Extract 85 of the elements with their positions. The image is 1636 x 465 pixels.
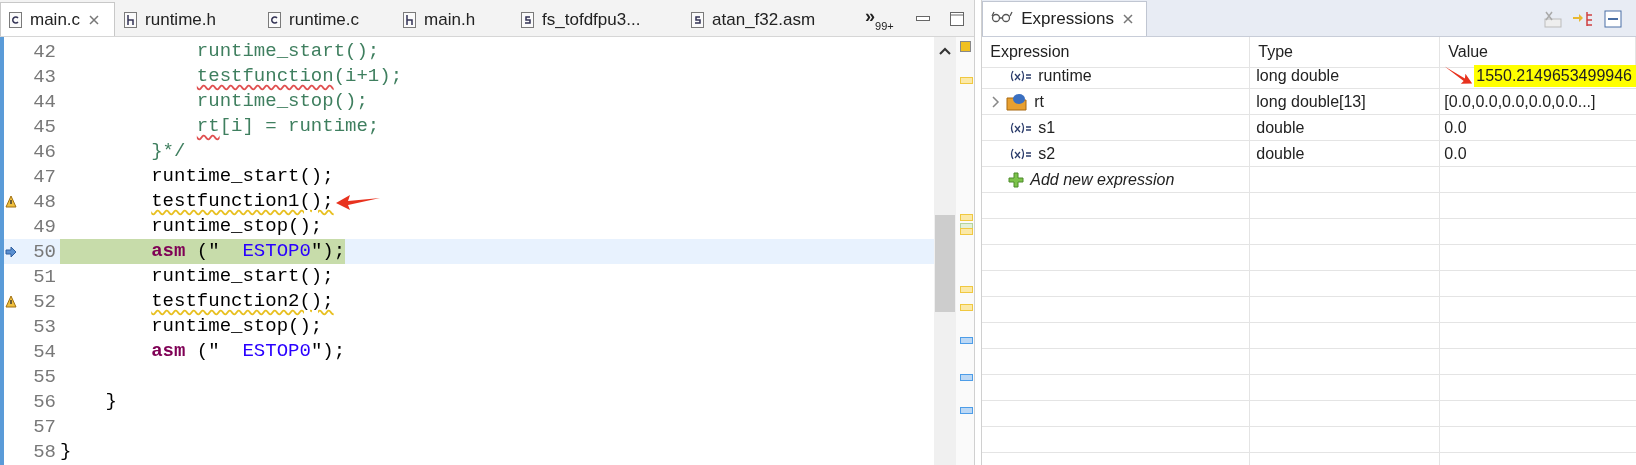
close-icon[interactable] — [1121, 13, 1134, 25]
ruler-marker[interactable] — [960, 228, 974, 235]
ruler-marker[interactable] — [960, 77, 974, 84]
ruler-marker[interactable] — [960, 337, 974, 344]
type-cell: double — [1250, 141, 1441, 167]
new-expression-icon[interactable] — [1542, 10, 1562, 28]
line-number: 57 — [32, 415, 57, 438]
value-cell: 1550.2149653499946 — [1474, 64, 1636, 87]
code-line: } — [60, 439, 72, 464]
line-number: 53 — [32, 315, 57, 338]
scroll-up-icon[interactable] — [939, 47, 952, 55]
add-expression-cell[interactable]: Add new expression — [982, 167, 1251, 193]
minimize-icon — [916, 16, 931, 22]
editor-tab[interactable]: runtime.c — [259, 2, 395, 36]
value-cell-text: 0.0 — [1443, 143, 1468, 164]
type-cell: double — [1250, 115, 1441, 141]
code-line: testfunction(i+1); — [195, 64, 403, 89]
expression-cell: s1 — [982, 115, 1251, 141]
editor-tab[interactable]: runtime.h — [115, 2, 260, 36]
code-line: runtime_start(); — [150, 264, 334, 289]
collapse-all-icon[interactable] — [1604, 10, 1622, 28]
c-file-icon — [9, 11, 22, 28]
code-line: rt[i] = runtime; — [195, 114, 380, 139]
code-line: runtime_start(); — [150, 164, 334, 189]
maximize-icon — [950, 12, 965, 26]
editor-tab[interactable]: main.h — [394, 2, 513, 36]
c-file-icon — [268, 11, 282, 28]
type-cell: long double[13] — [1250, 89, 1441, 115]
type-cell: long double — [1250, 63, 1441, 89]
arrow-tree-icon[interactable] — [1572, 10, 1594, 28]
code-line: } — [104, 389, 117, 414]
code-line: runtime_stop(); — [150, 314, 323, 339]
line-number: 58 — [32, 440, 57, 463]
code-line: runtime_start(); — [195, 39, 380, 64]
expressions-tab[interactable]: Expressions — [982, 1, 1147, 36]
variable-icon — [1010, 69, 1033, 82]
line-number: 42 — [32, 40, 57, 63]
line-number: 52 — [32, 290, 57, 313]
ruler-marker[interactable] — [960, 41, 972, 52]
asm-file-icon — [691, 11, 705, 28]
header-file-icon — [403, 11, 417, 28]
ruler-marker[interactable] — [960, 286, 974, 293]
close-icon[interactable] — [88, 13, 101, 26]
folder-icon — [1006, 92, 1029, 111]
expression-cell: runtime — [982, 63, 1251, 89]
scrollbar[interactable] — [934, 37, 957, 465]
expand-icon[interactable] — [990, 95, 1001, 108]
line-number: 51 — [32, 265, 57, 288]
code-line: testfunction1(); — [150, 189, 334, 214]
expression-cell: rt — [982, 89, 1251, 115]
ruler-marker[interactable] — [960, 407, 974, 414]
editor-tab[interactable]: atan_f32.asm — [682, 2, 848, 36]
line-number: 54 — [32, 340, 57, 363]
ruler-marker[interactable] — [960, 374, 974, 381]
asm-file-icon — [521, 11, 535, 28]
line-number: 50 — [32, 240, 57, 263]
ruler-marker[interactable] — [960, 304, 974, 311]
line-number: 55 — [32, 365, 57, 388]
editor-tab[interactable]: fs_tofdfpu3... — [512, 2, 683, 36]
column-header[interactable]: Expression — [982, 37, 1251, 68]
column-header[interactable]: Type — [1250, 37, 1441, 68]
code-line: asm (" ESTOP0"); — [150, 339, 346, 364]
plus-icon — [1008, 171, 1025, 188]
line-number: 45 — [32, 115, 57, 138]
editor-tab[interactable]: main.c — [0, 2, 116, 36]
variable-icon — [1010, 121, 1033, 134]
variable-icon — [1010, 147, 1033, 160]
scroll-thumb[interactable] — [935, 215, 956, 312]
expression-cell: s2 — [982, 141, 1251, 167]
arrow-icon — [335, 192, 380, 211]
line-number: 44 — [32, 90, 57, 113]
value-cell-text: 0.0 — [1443, 117, 1468, 138]
line-number: 46 — [32, 140, 57, 163]
ruler-marker[interactable] — [960, 214, 974, 221]
line-number: 56 — [32, 390, 57, 413]
line-number: 43 — [32, 65, 57, 88]
code-line: runtime_stop(); — [195, 89, 368, 114]
line-number: 48 — [32, 190, 57, 213]
line-number: 49 — [32, 215, 57, 238]
code-line: runtime_stop(); — [150, 214, 323, 239]
line-number: 47 — [32, 165, 57, 188]
code-line: testfunction2(); — [150, 289, 334, 314]
code-line: }*/ — [150, 139, 186, 164]
value-cell-text: [0.0,0.0,0.0,0.0,0.0...] — [1443, 91, 1597, 112]
header-file-icon — [124, 11, 138, 28]
